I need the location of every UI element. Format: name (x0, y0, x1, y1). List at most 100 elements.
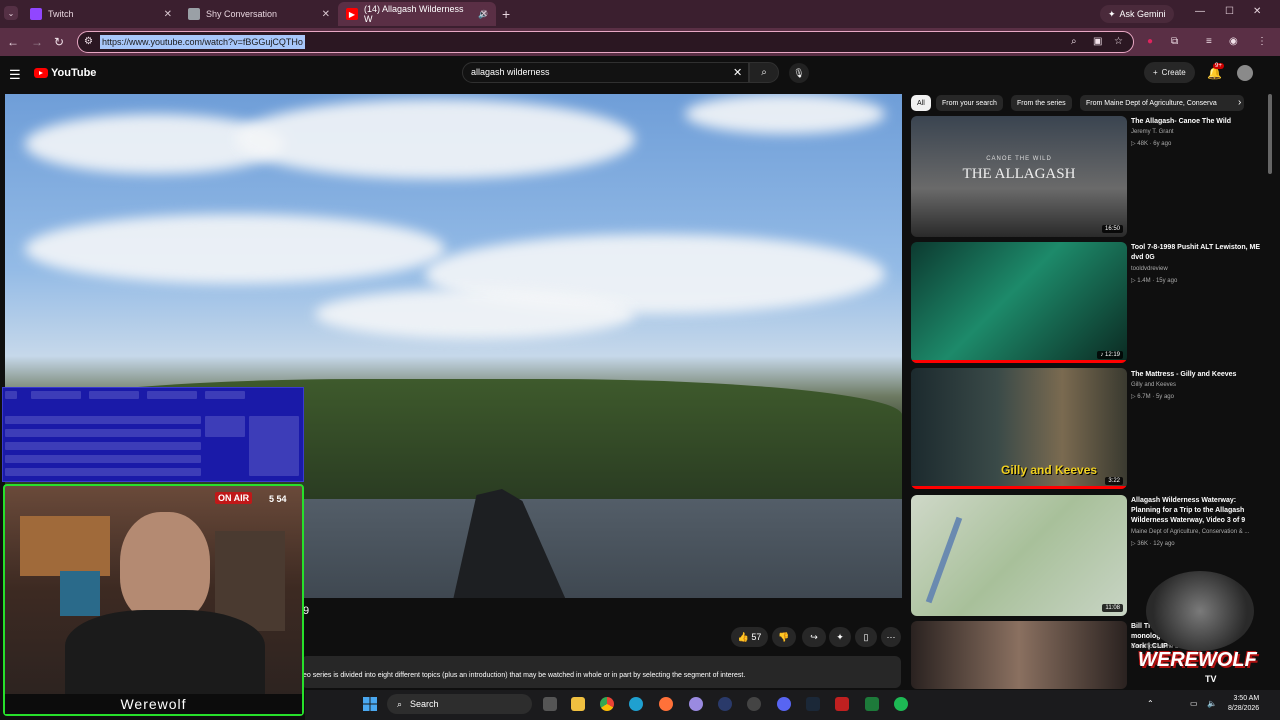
chip-all[interactable]: All (911, 95, 931, 111)
youtube-icon: ▶ (346, 8, 358, 20)
streamer-face (120, 512, 210, 622)
sidebar-channel[interactable]: Jeremy T. Grant (1131, 129, 1174, 135)
extensions-puzzle-icon[interactable]: ⧉ (1171, 36, 1178, 47)
steam-icon[interactable] (806, 697, 820, 711)
twitch-icon (30, 8, 42, 20)
search-icon: ⌕ (397, 698, 403, 709)
key-cluster (205, 416, 245, 437)
cloud (315, 289, 635, 339)
key-row (89, 391, 139, 399)
spotify-icon[interactable] (894, 697, 908, 711)
sidebar-video-title[interactable]: Tool 7-8-1998 Pushit ALT Lewiston, ME dv… (1131, 243, 1261, 263)
tab-shy-conversation[interactable]: Shy Conversation ✕ (180, 2, 338, 26)
like-button[interactable]: 👍 57 (731, 627, 768, 647)
zoom-icon[interactable]: ⌕ (1071, 36, 1077, 47)
chip-from-the-series[interactable]: From the series (1011, 95, 1072, 111)
volume-icon[interactable]: 🔈 (1207, 699, 1217, 708)
sidebar-video-title[interactable]: The Allagash- Canoe The Wild (1131, 117, 1261, 127)
avatar[interactable] (1237, 65, 1253, 81)
key-row (5, 442, 201, 450)
profile-icon[interactable]: ◉ (1229, 36, 1238, 47)
tab-youtube[interactable]: ▶ (14) Allagash Wilderness W 🔊 ✕ (338, 2, 496, 26)
ask-button[interactable]: ✦ (829, 627, 851, 647)
close-tab-icon[interactable]: ✕ (322, 9, 330, 20)
werewolf-logo-sub: TV (1205, 674, 1217, 684)
canoe-bow (451, 489, 570, 598)
sidebar-channel[interactable]: tooldvdreview (1131, 266, 1168, 272)
ask-gemini-button[interactable]: ✦ Ask Gemini (1100, 5, 1174, 23)
chrome-icon[interactable] (600, 697, 614, 711)
thumbnail-title: THE ALLAGASH (962, 166, 1076, 182)
browser-menu-icon[interactable]: ⋮ (1257, 36, 1267, 47)
cast-icon[interactable]: ▣ (1093, 36, 1102, 47)
sidebar-channel[interactable]: Maine Dept of Agriculture, Conservation … (1131, 529, 1249, 535)
save-button[interactable]: ▯ (855, 627, 877, 647)
url-text[interactable]: https://www.youtube.com/watch?v=fBGGujCQ… (100, 35, 305, 49)
file-explorer-icon[interactable] (571, 697, 585, 711)
dislike-button[interactable]: 👎 (772, 627, 796, 647)
voice-search-button[interactable]: 🎙 (789, 63, 809, 83)
forward-icon[interactable]: → (31, 35, 43, 49)
close-tab-icon[interactable]: ✕ (480, 9, 488, 20)
menu-icon[interactable]: ☰ (9, 67, 21, 83)
create-button[interactable]: + Create (1144, 62, 1195, 83)
cloud (235, 99, 635, 179)
on-air-sign: ON AIR (215, 492, 253, 504)
sidebar-channel[interactable]: Gilly and Keeves (1131, 382, 1176, 388)
obs-icon[interactable] (747, 697, 761, 711)
watch-progress-bar (911, 486, 1127, 489)
chevron-right-icon[interactable]: › (1238, 97, 1241, 108)
sidebar-thumbnail[interactable]: 11:08 (911, 495, 1127, 616)
excel-icon[interactable] (865, 697, 879, 711)
new-tab-button[interactable]: + (502, 6, 510, 22)
close-tab-icon[interactable]: ✕ (164, 9, 172, 20)
key-row (147, 391, 197, 399)
media-control-icon[interactable]: ≡ (1206, 36, 1212, 47)
key-row (5, 429, 201, 437)
map-river (925, 516, 963, 604)
extension-icon[interactable]: ● (1147, 36, 1153, 47)
sidebar-thumbnail[interactable] (911, 621, 1127, 689)
app-icon[interactable] (689, 697, 703, 711)
minimize-button[interactable]: — (1195, 6, 1205, 17)
system-clock[interactable]: 3:50 AM 8/28/2026 (1228, 694, 1259, 714)
more-actions-button[interactable]: ⋯ (881, 627, 901, 647)
app-icon[interactable] (835, 697, 849, 711)
description-text: eo series is divided into eight differen… (303, 672, 746, 679)
bookmark-star-icon[interactable]: ☆ (1114, 36, 1123, 47)
close-window-button[interactable]: ✕ (1253, 6, 1261, 17)
edge-icon[interactable] (629, 697, 643, 711)
chip-from-maine-dept[interactable]: From Maine Dept of Agriculture, Conserva (1080, 95, 1244, 111)
sidebar-thumbnail[interactable]: CANOE THE WILD THE ALLAGASH 16:50 (911, 116, 1127, 237)
back-icon[interactable]: ← (7, 35, 19, 49)
taskbar-search[interactable]: ⌕ Search (387, 694, 532, 714)
tab-twitch[interactable]: Twitch ✕ (22, 2, 180, 26)
site-info-icon[interactable]: ⚙ (84, 36, 93, 47)
search-button[interactable]: ⌕ (749, 62, 779, 83)
sidebar-thumbnail[interactable]: ♪ 12:19 (911, 242, 1127, 363)
firefox-icon[interactable] (659, 697, 673, 711)
scrollbar[interactable] (1268, 94, 1272, 174)
thumbnail-subtitle: CANOE THE WILD (986, 156, 1052, 162)
sidebar-video-title[interactable]: Allagash Wilderness Waterway: Planning f… (1131, 496, 1261, 526)
share-button[interactable]: ↪ (802, 627, 826, 647)
app-icon[interactable] (718, 697, 732, 711)
reload-icon[interactable]: ↻ (54, 35, 64, 49)
chip-from-your-search[interactable]: From your search (936, 95, 1003, 111)
sidebar-thumbnail[interactable]: Gilly and Keeves 3:22 (911, 368, 1127, 489)
bookmark-icon: ▯ (863, 631, 869, 642)
clear-search-icon[interactable]: ✕ (733, 66, 742, 79)
sidebar-meta: ▷ 48K · 6y ago (1131, 141, 1172, 147)
wall-art (20, 516, 110, 576)
windows-start-icon[interactable] (363, 697, 377, 711)
search-input[interactable]: allagash wilderness (462, 62, 749, 83)
maximize-button[interactable]: ☐ (1225, 6, 1234, 17)
sidebar-video-title[interactable]: The Mattress - Gilly and Keeves (1131, 370, 1261, 380)
task-view-icon[interactable] (543, 697, 557, 711)
more-icon: ⋯ (886, 631, 896, 642)
network-icon[interactable]: ▭ (1190, 699, 1198, 708)
discord-icon[interactable] (777, 697, 791, 711)
tab-search-icon[interactable]: ⌄ (4, 6, 18, 20)
chevron-up-icon[interactable]: ⌃ (1147, 699, 1154, 708)
youtube-logo[interactable]: YouTube (34, 67, 96, 79)
